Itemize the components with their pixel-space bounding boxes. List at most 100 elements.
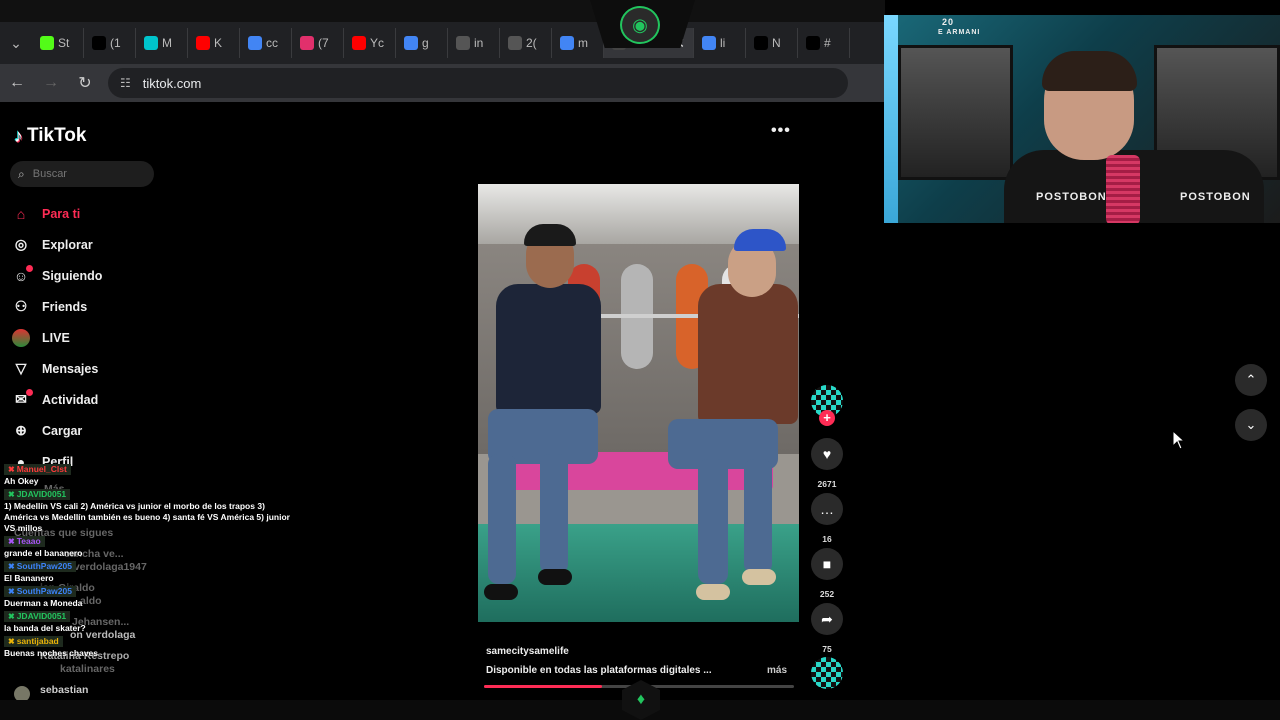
chat-username[interactable]: ✖ JDAVID0051 bbox=[4, 611, 71, 622]
sidebar-item-siguiendo[interactable]: ☺ Siguiendo bbox=[12, 260, 102, 291]
chat-message: la banda del skater? bbox=[4, 623, 86, 633]
tab-title: M bbox=[162, 36, 172, 50]
search-input[interactable] bbox=[32, 168, 133, 180]
sidebar-item-friends[interactable]: ⚇ Friends bbox=[12, 291, 102, 322]
video-player[interactable] bbox=[478, 184, 799, 622]
share-arrow-icon[interactable]: ➦ bbox=[811, 603, 843, 635]
tab-title: 2( bbox=[526, 36, 537, 50]
streamer-avatar-logo-icon: ◉ bbox=[620, 6, 660, 44]
inbox-icon: ✉ bbox=[12, 388, 33, 409]
share-count: 75 bbox=[822, 644, 832, 654]
browser-tab[interactable]: g bbox=[396, 28, 448, 58]
chat-user-name: SouthPaw205 bbox=[16, 561, 72, 571]
sidebar-item-cargar[interactable]: ⊕ Cargar bbox=[12, 415, 102, 446]
browser-tab[interactable]: Yc bbox=[344, 28, 396, 58]
friends-icon: ⚇ bbox=[14, 298, 28, 314]
reload-icon[interactable]: ↻ bbox=[68, 73, 102, 93]
account-item[interactable]: sebastian bbox=[40, 684, 88, 696]
follow-plus-icon[interactable]: + bbox=[819, 410, 835, 426]
back-arrow-icon[interactable]: ← bbox=[0, 74, 34, 92]
browser-tab[interactable]: (1 bbox=[84, 28, 136, 58]
browser-tab[interactable]: (7 bbox=[292, 28, 344, 58]
share-action: ➦ 75 bbox=[811, 603, 843, 654]
browser-tab[interactable]: in bbox=[448, 28, 500, 58]
mouse-cursor-icon bbox=[1172, 430, 1186, 450]
kick-icon bbox=[40, 36, 54, 50]
chat-username[interactable]: ✖ SouthPaw205 bbox=[4, 586, 76, 597]
description-more-link[interactable]: más bbox=[767, 665, 787, 676]
browser-tab[interactable]: 2( bbox=[500, 28, 552, 58]
instagram-icon bbox=[300, 36, 314, 50]
comment-count: 16 bbox=[822, 534, 832, 544]
chat-message: grande el bananero bbox=[4, 548, 83, 558]
browser-tab[interactable]: cc bbox=[240, 28, 292, 58]
shoe bbox=[742, 569, 776, 585]
comment-icon[interactable]: … bbox=[811, 493, 843, 525]
chat-message: Buenas noches chaves bbox=[4, 648, 99, 658]
chat-username[interactable]: ✖ Teaao bbox=[4, 536, 45, 547]
forward-arrow-icon[interactable]: → bbox=[34, 74, 68, 92]
browser-tab[interactable]: m bbox=[552, 28, 604, 58]
more-options-icon[interactable]: ••• bbox=[771, 122, 791, 140]
heart-icon[interactable]: ♥ bbox=[811, 438, 843, 470]
browser-tab[interactable]: St bbox=[32, 28, 84, 58]
live-icon bbox=[12, 328, 30, 347]
webcam-feed: 20 E ARMANI POSTOBON POSTOBON bbox=[884, 15, 1280, 223]
search-icon: ⌕ bbox=[18, 166, 25, 181]
following-icon: ☺ bbox=[12, 264, 33, 285]
chat-badge-icon: ✖ bbox=[8, 490, 15, 499]
tab-title: K bbox=[214, 36, 223, 50]
globe-icon bbox=[508, 36, 522, 50]
tab-search-chevron-icon[interactable]: ⌄ bbox=[0, 35, 32, 52]
chat-message: Duerman a Moneda bbox=[4, 598, 83, 608]
compass-icon: ◎ bbox=[14, 236, 28, 252]
globe-icon bbox=[456, 36, 470, 50]
browser-tab[interactable]: li bbox=[694, 28, 746, 58]
x-icon bbox=[754, 36, 768, 50]
upload-icon: ⊕ bbox=[15, 422, 27, 438]
site-settings-icon[interactable]: ☷ bbox=[120, 76, 131, 90]
poster-text-top: 20 bbox=[942, 17, 955, 27]
sidebar-item-para-ti[interactable]: ⌂ Para ti bbox=[12, 198, 102, 229]
chat-message: 1) Medellín VS cali 2) América vs junior… bbox=[4, 501, 290, 533]
save-count: 252 bbox=[819, 589, 835, 599]
next-video-chevron-down-icon[interactable]: ⌄ bbox=[1235, 409, 1267, 441]
person-shirt bbox=[496, 284, 601, 414]
tiktok-logo[interactable]: ♪ TikTok bbox=[14, 125, 86, 147]
url-field[interactable]: ☷ tiktok.com bbox=[108, 68, 848, 98]
search-box[interactable]: ⌕ bbox=[10, 161, 154, 187]
shoe bbox=[484, 584, 518, 600]
browser-tab[interactable]: M bbox=[136, 28, 188, 58]
shirt-brand-left: POSTOBON bbox=[1036, 191, 1107, 203]
previous-video-chevron-up-icon[interactable]: ⌃ bbox=[1235, 364, 1267, 396]
address-bar: ← → ↻ ☷ tiktok.com bbox=[0, 64, 885, 102]
sidebar-item-live[interactable]: LIVE bbox=[12, 322, 102, 353]
sidebar-item-label: Siguiendo bbox=[42, 268, 103, 283]
google-icon bbox=[404, 36, 418, 50]
browser-tab[interactable]: N bbox=[746, 28, 798, 58]
video-author[interactable]: samecitysamelife bbox=[486, 646, 569, 657]
poster-caption: E ARMANI bbox=[938, 29, 981, 36]
youtube-icon bbox=[352, 36, 366, 50]
sidebar-item-explorar[interactable]: ◎ Explorar bbox=[12, 229, 102, 260]
google-icon bbox=[248, 36, 262, 50]
browser-tab[interactable]: # bbox=[798, 28, 850, 58]
chat-user-name: SouthPaw205 bbox=[16, 586, 72, 596]
account-item[interactable]: katalinares bbox=[60, 663, 115, 675]
tab-title: li bbox=[720, 36, 726, 50]
chat-badge-icon: ✖ bbox=[8, 612, 15, 621]
bookmark-icon[interactable]: ■ bbox=[811, 548, 843, 580]
shoe bbox=[696, 584, 730, 600]
chat-username[interactable]: ✖ santijabad bbox=[4, 636, 63, 647]
chat-username[interactable]: ✖ Manuel_Clst bbox=[4, 464, 71, 475]
sidebar-item-mensajes[interactable]: ▽ Mensajes bbox=[12, 353, 102, 384]
person-leg bbox=[540, 454, 568, 574]
chat-username[interactable]: ✖ JDAVID0051 bbox=[4, 489, 71, 500]
sound-disc-icon[interactable] bbox=[811, 657, 843, 689]
sidebar-item-label: Cargar bbox=[42, 423, 83, 438]
tiktok-logo-text: TikTok bbox=[27, 125, 87, 146]
tab-title: g bbox=[422, 36, 429, 50]
chat-username[interactable]: ✖ SouthPaw205 bbox=[4, 561, 76, 572]
browser-tab[interactable]: K bbox=[188, 28, 240, 58]
sidebar-item-actividad[interactable]: ✉ Actividad bbox=[12, 384, 102, 415]
